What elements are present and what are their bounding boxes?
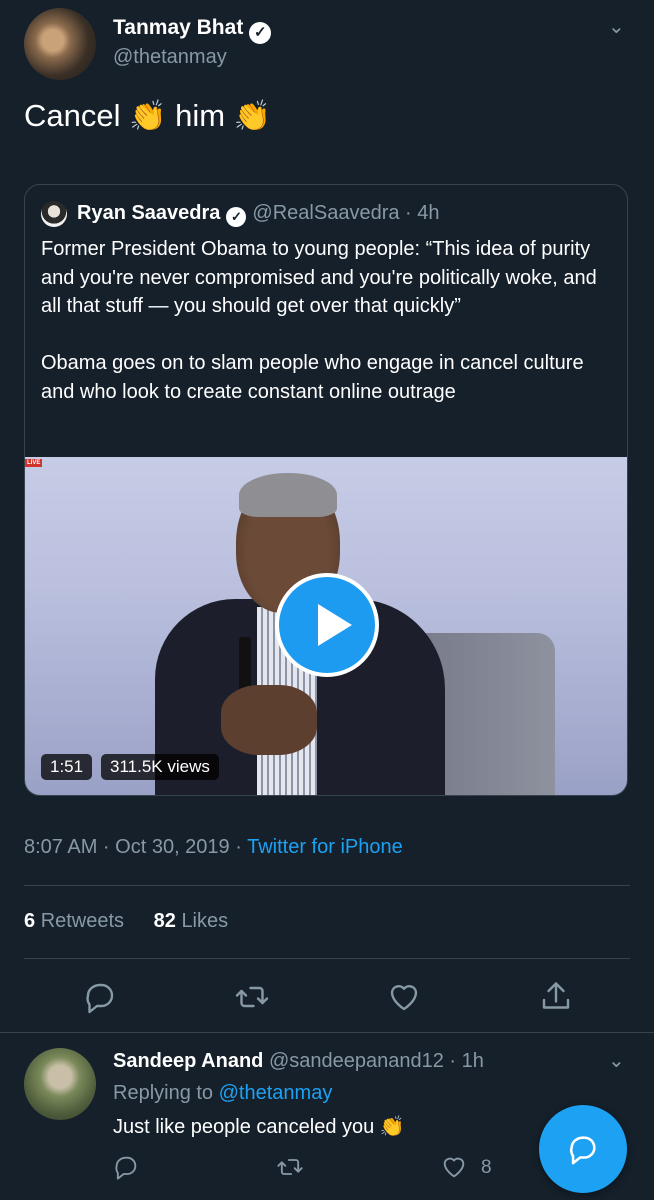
quoted-author-name: Ryan Saavedra xyxy=(77,202,221,224)
video-duration: 1:51 xyxy=(41,754,93,780)
clapping-hands-icon: 👏 xyxy=(379,1116,405,1138)
reply-header: Sandeep Anand @sandeepanand12 · 1h xyxy=(113,1050,484,1073)
likes-label: Likes xyxy=(181,910,229,932)
video-frame-hair xyxy=(239,473,337,517)
replying-to: Replying to @thetanmay xyxy=(113,1082,332,1105)
reply-text-body: Just like people canceled you xyxy=(113,1116,375,1138)
section-divider xyxy=(0,1032,654,1033)
compose-reply-button[interactable] xyxy=(539,1105,627,1193)
tweet-timestamp: 8:07 AM · Oct 30, 2019 · xyxy=(24,836,248,858)
reply-text: Just like people canceled you 👏 xyxy=(113,1114,405,1139)
chevron-down-icon[interactable]: ⌄ xyxy=(608,14,625,39)
tweet-meta: 8:07 AM · Oct 30, 2019 · Twitter for iPh… xyxy=(24,836,403,859)
reply-like-count: 8 xyxy=(481,1157,492,1178)
retweets-label: Retweets xyxy=(40,910,125,932)
heart-icon[interactable] xyxy=(440,1153,468,1181)
live-tag: LIVE xyxy=(25,459,43,467)
share-icon[interactable] xyxy=(538,979,574,1015)
reply-author-avatar[interactable] xyxy=(24,1048,96,1120)
reply-age: · 1h xyxy=(449,1050,484,1072)
play-icon[interactable] xyxy=(275,573,379,677)
likes-stat[interactable]: 82 Likes xyxy=(154,910,229,932)
divider xyxy=(24,885,630,886)
quoted-tweet-header: Ryan Saavedra ✓ @RealSaavedra · 4h xyxy=(77,202,440,227)
verified-icon: ✓ xyxy=(226,207,247,227)
quoted-author-handle: @RealSaavedra xyxy=(252,202,400,224)
tweet-text: Cancel 👏 him 👏 xyxy=(24,98,271,134)
quoted-tweet-text: Former President Obama to young people: … xyxy=(41,238,597,403)
replying-to-handle[interactable]: @thetanmay xyxy=(219,1082,333,1104)
heart-icon[interactable] xyxy=(386,979,422,1015)
tweet-word: him xyxy=(175,98,226,133)
quoted-tweet[interactable]: Ryan Saavedra ✓ @RealSaavedra · 4h Former … xyxy=(24,184,628,796)
retweet-icon[interactable] xyxy=(276,1153,304,1181)
retweets-stat[interactable]: 6 Retweets xyxy=(24,910,124,932)
reply-icon[interactable] xyxy=(82,979,118,1015)
replying-to-prefix: Replying to xyxy=(113,1082,219,1104)
reply-icon[interactable] xyxy=(112,1153,140,1181)
divider xyxy=(24,958,630,959)
clapping-hands-icon: 👏 xyxy=(233,100,272,133)
retweet-icon[interactable] xyxy=(234,979,270,1015)
video-views: 311.5K views xyxy=(101,754,219,780)
reply-author-name[interactable]: Sandeep Anand xyxy=(113,1050,263,1072)
compose-reply-icon xyxy=(570,1136,596,1165)
verified-icon: ✓ xyxy=(249,22,272,44)
author-handle[interactable]: @thetanmay xyxy=(113,46,227,69)
clapping-hands-icon: 👏 xyxy=(129,100,167,133)
reply-author-handle[interactable]: @sandeepanand12 xyxy=(269,1050,444,1072)
tweet-word: Cancel xyxy=(24,98,121,133)
likes-count: 82 xyxy=(153,910,176,932)
author-name[interactable]: Tanmay Bhat xyxy=(113,16,243,39)
video-player[interactable]: LIVE 1:51 311.5K views xyxy=(25,457,627,795)
video-frame-hand xyxy=(221,685,317,755)
author-avatar[interactable] xyxy=(24,8,96,80)
tweet-source-link[interactable]: Twitter for iPhone xyxy=(247,836,403,858)
author-name-row[interactable]: Tanmay Bhat ✓ xyxy=(113,16,272,44)
chevron-down-icon[interactable]: ⌄ xyxy=(608,1048,625,1073)
tweet-stats: 6 Retweets 82 Likes xyxy=(24,910,228,933)
retweets-count: 6 xyxy=(24,910,36,932)
quoted-tweet-age: · 4h xyxy=(405,202,440,224)
quoted-author-avatar xyxy=(41,201,67,227)
